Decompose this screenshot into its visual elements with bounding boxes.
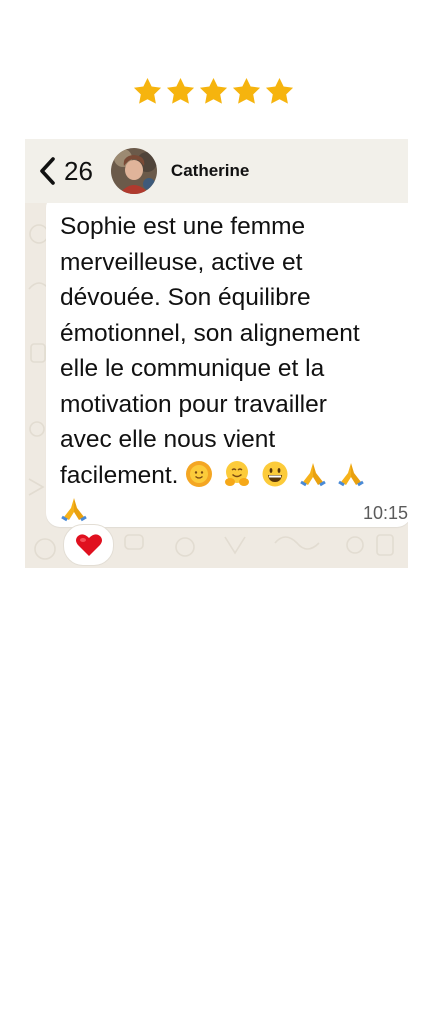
star-icon bbox=[264, 76, 295, 107]
sun-face-icon bbox=[185, 460, 213, 488]
unread-count: 26 bbox=[64, 155, 93, 186]
chevron-left-icon bbox=[40, 157, 55, 185]
hugging-face-icon bbox=[223, 460, 251, 488]
star-icon bbox=[198, 76, 229, 107]
reaction-badge[interactable] bbox=[63, 524, 114, 566]
star-icon bbox=[132, 76, 163, 107]
message-line: avec elle nous vient bbox=[60, 426, 276, 453]
chat-screenshot: 26 Catherine Sophie est une femme mervei… bbox=[25, 139, 408, 568]
folded-hands-icon bbox=[299, 460, 327, 488]
star-icon bbox=[165, 76, 196, 107]
message-bubble[interactable]: Sophie est une femme merveilleuse, activ… bbox=[46, 194, 408, 558]
message-line: émotionnel, son alignement bbox=[60, 319, 360, 347]
contact-name[interactable]: Catherine bbox=[171, 161, 249, 181]
rating-stars bbox=[0, 76, 427, 110]
folded-hands-icon bbox=[60, 495, 88, 523]
folded-hands-icon bbox=[337, 460, 365, 488]
avatar[interactable] bbox=[110, 148, 157, 194]
message-line: merveilleuse, active et bbox=[60, 248, 303, 276]
red-heart-icon bbox=[75, 534, 102, 556]
message-line: facilement. bbox=[60, 461, 179, 489]
grinning-face-icon bbox=[261, 460, 289, 488]
message-line: motivation pour travailler bbox=[60, 390, 327, 418]
star-icon bbox=[231, 76, 262, 107]
message-line: dévouée. Son équilibre bbox=[60, 284, 311, 311]
message-timestamp: 10:15 bbox=[362, 503, 408, 523]
message-line-last: facilement. bbox=[60, 458, 400, 529]
message-text: Sophie est une femme merveilleuse, activ… bbox=[60, 209, 400, 564]
message-line: elle le communique et la bbox=[60, 355, 325, 382]
back-button[interactable]: 26 bbox=[36, 155, 93, 187]
message-line: Sophie est une femme bbox=[60, 213, 306, 240]
chat-header: 26 Catherine bbox=[25, 139, 408, 203]
